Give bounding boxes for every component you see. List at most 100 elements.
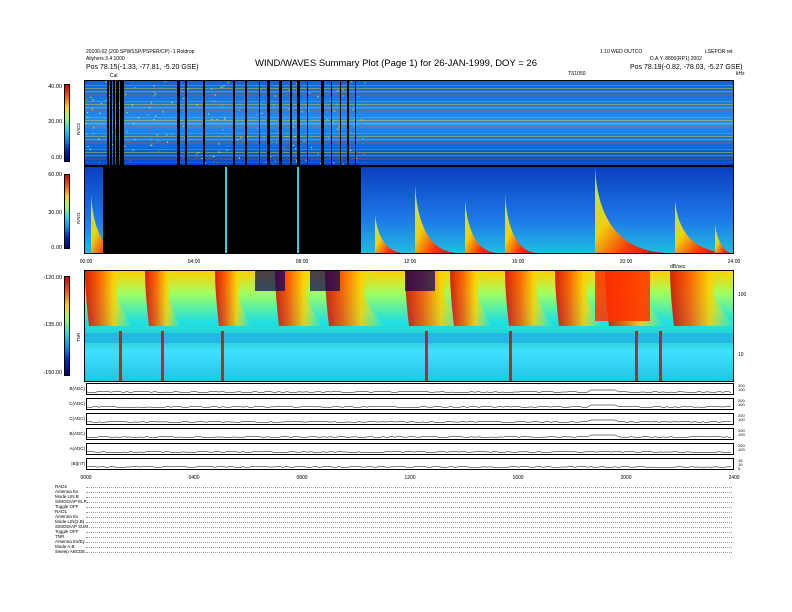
rad2-speckle xyxy=(208,113,210,115)
rad2-band xyxy=(85,107,733,109)
strip-tick: 100 xyxy=(738,387,745,392)
rad2-dropout-line xyxy=(203,81,205,165)
rad2-speckle xyxy=(218,151,221,153)
rad2-speckle xyxy=(338,140,340,142)
tnr-spectrogram xyxy=(84,270,734,382)
top-xtick: 20:00 xyxy=(619,259,633,265)
rad2-speckle xyxy=(216,118,218,121)
strip-label: |B|(nT) xyxy=(71,461,85,466)
rad2-speckle xyxy=(317,96,319,98)
rad2-dropout-line xyxy=(122,81,124,165)
strip-trace-svg xyxy=(86,465,732,469)
tnr-spike xyxy=(509,331,512,381)
rad2-speckle xyxy=(287,131,289,133)
tnr-right-tick-100: 100 xyxy=(738,292,747,298)
rad2-speckle xyxy=(342,89,344,91)
rad2-band xyxy=(85,123,733,125)
rad2-speckle xyxy=(356,157,358,160)
rad2-speckle xyxy=(274,95,276,97)
rad2-speckle xyxy=(242,141,245,143)
rad2-speckle xyxy=(223,117,226,119)
rad2-speckle xyxy=(156,134,159,136)
strip-trace xyxy=(86,434,732,439)
tnr-right-tick-10: 10 xyxy=(738,352,744,358)
rad2-speckle xyxy=(345,83,348,86)
rad2-speckle xyxy=(171,101,173,104)
rad2-speckle xyxy=(208,88,210,90)
rad2-speckle xyxy=(301,111,303,113)
rad1-ytick-bottom: 0.00 xyxy=(51,245,62,251)
tnr-ylabel: TNR xyxy=(76,332,81,342)
rad2-speckle xyxy=(333,110,335,112)
strip-tick: 100 xyxy=(738,447,745,452)
rad2-speckle xyxy=(300,135,302,137)
rad2-ytick-top: 40.00 xyxy=(48,84,62,90)
tnr-spike xyxy=(119,331,122,381)
rad2-speckle xyxy=(271,141,273,143)
rad2-speckle xyxy=(196,156,198,158)
khz-marker: kHz xyxy=(736,71,745,77)
rad2-speckle xyxy=(89,149,91,151)
rad2-speckle xyxy=(125,93,127,95)
rad2-band xyxy=(85,145,733,147)
rad2-dropout-line xyxy=(307,81,308,165)
rad2-speckle xyxy=(212,156,214,158)
rad2-band xyxy=(85,126,733,128)
rad1-spectrogram xyxy=(84,166,734,254)
rad2-speckle xyxy=(361,122,363,124)
rad2-speckle xyxy=(357,96,360,98)
rad2-speckle xyxy=(215,102,217,104)
rad2-speckle xyxy=(227,116,229,118)
tnr-ytick-top: -120.00 xyxy=(43,275,62,281)
rad2-speckle xyxy=(87,146,89,148)
strip-trace-svg xyxy=(86,389,732,394)
rad2-band xyxy=(85,139,733,141)
rad2-speckle xyxy=(221,86,223,88)
rad2-speckle xyxy=(187,88,189,90)
rad2-speckle xyxy=(342,95,344,97)
rad2-speckle xyxy=(247,136,249,138)
rad2-speckle xyxy=(224,158,226,161)
rad2-speckle xyxy=(350,132,352,134)
rad2-band xyxy=(85,129,733,131)
rad2-speckle xyxy=(272,163,274,165)
rad2-speckle xyxy=(288,89,291,92)
rad2-band xyxy=(85,94,733,96)
top-xtick: 04:00 xyxy=(187,259,201,265)
rad2-speckle xyxy=(360,119,363,121)
rad2-speckle xyxy=(350,81,353,83)
rad2-speckle xyxy=(153,85,155,87)
rad2-speckle xyxy=(353,119,356,121)
rad2-speckle xyxy=(305,142,308,144)
strip-trace-svg xyxy=(86,419,732,424)
footer-dotted-line xyxy=(86,507,732,508)
footer-dotted-line xyxy=(86,502,732,503)
bottom-xtick: 1600 xyxy=(512,475,524,481)
rad2-speckle xyxy=(213,160,215,163)
rad2-speckle xyxy=(99,112,101,114)
rad2-speckle xyxy=(362,137,364,139)
strip-trace xyxy=(86,465,732,469)
header-corner-right: LSEPOR ret xyxy=(705,49,733,55)
rad1-heatmap-svg xyxy=(85,167,733,253)
tnr-spike xyxy=(659,331,662,381)
rad2-speckle xyxy=(131,104,134,106)
top-xtick: 24:00 xyxy=(727,259,741,265)
top-xtick: 12:00 xyxy=(403,259,417,265)
rad2-speckle xyxy=(131,81,134,83)
footer-dotted-line xyxy=(86,512,732,513)
rad2-speckle xyxy=(158,150,160,152)
rad2-speckle xyxy=(238,157,240,159)
strip-tick: 5 xyxy=(738,466,741,471)
bottom-xtick: 2400 xyxy=(728,475,740,481)
rad2-speckle xyxy=(341,91,343,93)
rad2-speckle xyxy=(150,138,153,140)
tnr-dark-patch xyxy=(405,271,435,291)
rad2-speckle xyxy=(126,130,128,133)
rad2-speckle xyxy=(193,96,196,99)
rad2-speckle xyxy=(275,141,278,144)
rad2-speckle xyxy=(263,137,265,139)
rad2-speckle xyxy=(356,160,358,162)
header-left-line1: 20100-02 (200 SPWSSP/PSPER/CP) -1 Roldro… xyxy=(86,49,195,55)
footer-dotted-line xyxy=(86,487,732,488)
